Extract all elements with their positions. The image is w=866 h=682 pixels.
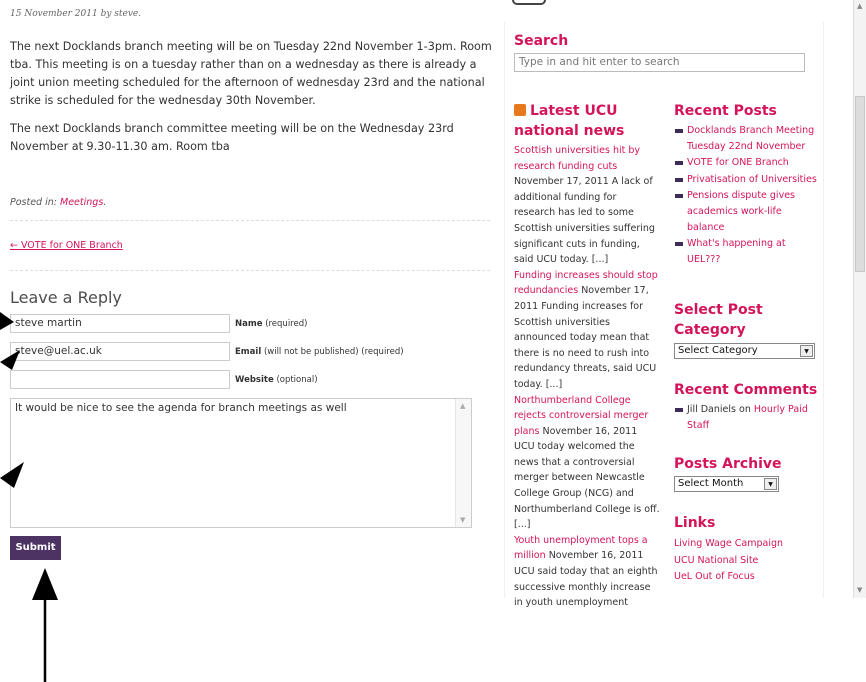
link-item[interactable]: UCU National Site	[674, 553, 783, 569]
rss-icon	[514, 104, 526, 116]
comment-on: on	[739, 404, 751, 415]
chevron-down-icon[interactable]: ▼	[800, 345, 813, 357]
category-select-value: Select Category	[678, 345, 758, 356]
recent-post-link[interactable]: VOTE for ONE Branch	[675, 155, 820, 171]
email-field[interactable]: steve@uel.ac.uk	[10, 342, 230, 361]
recent-comments-list: Jill Daniels on Hourly Paid Staff	[675, 402, 820, 434]
category-select[interactable]: Select Category ▼	[674, 343, 815, 359]
news-item: Northumberland College rejects controver…	[514, 393, 660, 533]
news-item-text: UCU said today that an eighth successive…	[514, 566, 658, 609]
website-label: Website (optional)	[235, 375, 318, 385]
top-tab	[512, 0, 546, 5]
submit-button[interactable]: Submit	[10, 536, 61, 560]
scroll-down-icon[interactable]: ▼	[460, 516, 465, 524]
links-list: Living Wage Campaign UCU National Site U…	[674, 536, 783, 585]
news-item: Youth unemployment tops a million Novemb…	[514, 533, 660, 611]
news-title: Latest UCU national news	[514, 103, 625, 139]
scroll-up-icon[interactable]: ▲	[460, 402, 465, 410]
archive-title: Posts Archive	[674, 456, 782, 472]
news-item-text: Funding increases for Scottish universit…	[514, 300, 657, 390]
comment-author: Jill Daniels	[687, 404, 736, 415]
reply-title: Leave a Reply	[10, 288, 122, 307]
arrow-head-icon	[32, 568, 58, 600]
recent-posts-list: Docklands Branch Meeting Tuesday 22nd No…	[675, 123, 820, 268]
post-paragraph-2: The next Docklands branch committee meet…	[10, 122, 454, 153]
recent-comment-item: Jill Daniels on Hourly Paid Staff	[675, 402, 820, 433]
scroll-up-icon[interactable]: ▲	[857, 2, 862, 10]
recent-comments-title: Recent Comments	[674, 382, 818, 398]
recent-post-link[interactable]: What's happening at UEL???	[675, 236, 820, 267]
divider	[10, 220, 490, 221]
recent-post-link[interactable]: Pensions dispute gives academics work-li…	[675, 188, 820, 235]
page-scrollbar[interactable]	[853, 0, 866, 598]
news-item-text: A lack of additional funding for researc…	[514, 176, 655, 266]
category-link-meetings[interactable]: Meetings	[60, 197, 103, 208]
email-label: Email (will not be published) (required)	[235, 347, 404, 357]
news-item: Scottish universities hit by research fu…	[514, 143, 660, 268]
recent-post-link[interactable]: Docklands Branch Meeting Tuesday 22nd No…	[675, 123, 820, 154]
name-field[interactable]: steve martin	[10, 314, 230, 333]
post-byline: 15 November 2011 by steve.	[10, 9, 142, 19]
name-label: Name (required)	[235, 319, 308, 329]
search-title: Search	[514, 33, 569, 49]
previous-post-link[interactable]: ← VOTE for ONE Branch	[10, 240, 123, 251]
news-item-date: November 17, 2011	[514, 176, 609, 188]
post-paragraph-1: The next Docklands branch meeting will b…	[10, 40, 492, 107]
news-item-date: November 16, 2011	[542, 425, 638, 437]
comment-textarea[interactable]: It would be nice to see the agenda for b…	[10, 398, 472, 528]
links-title: Links	[674, 515, 716, 531]
news-item-title[interactable]: Scottish universities hit by research fu…	[514, 145, 640, 172]
posted-in: Posted in: Meetings.	[10, 197, 106, 208]
scroll-down-icon[interactable]: ▼	[857, 586, 862, 594]
textarea-scrollbar[interactable]: ▲ ▼	[455, 399, 471, 527]
news-item: Funding increases should stop redundanci…	[514, 268, 660, 393]
chevron-down-icon[interactable]: ▼	[764, 478, 777, 490]
website-field[interactable]	[10, 370, 230, 389]
news-item-date: November 16, 2011	[548, 550, 644, 562]
search-input[interactable]: Type in and hit enter to search	[514, 53, 805, 72]
posted-in-label: Posted in:	[10, 197, 57, 208]
news-list: Scottish universities hit by research fu…	[514, 143, 660, 611]
category-title: Select Post Category	[674, 302, 763, 338]
recent-posts-title: Recent Posts	[674, 103, 777, 119]
page-scrollbar-thumb[interactable]	[855, 96, 865, 272]
divider	[10, 270, 490, 271]
link-item[interactable]: Living Wage Campaign	[674, 536, 783, 552]
recent-post-link[interactable]: Privatisation of Universities	[675, 172, 820, 188]
news-item-text: UCU today welcomed the news that a contr…	[514, 441, 660, 531]
link-item[interactable]: UeL Out of Focus	[674, 569, 783, 585]
archive-select-value: Select Month	[678, 478, 744, 489]
posted-in-suffix: .	[103, 197, 107, 208]
archive-select[interactable]: Select Month ▼	[674, 476, 779, 492]
comment-text: It would be nice to see the agenda for b…	[15, 402, 347, 414]
